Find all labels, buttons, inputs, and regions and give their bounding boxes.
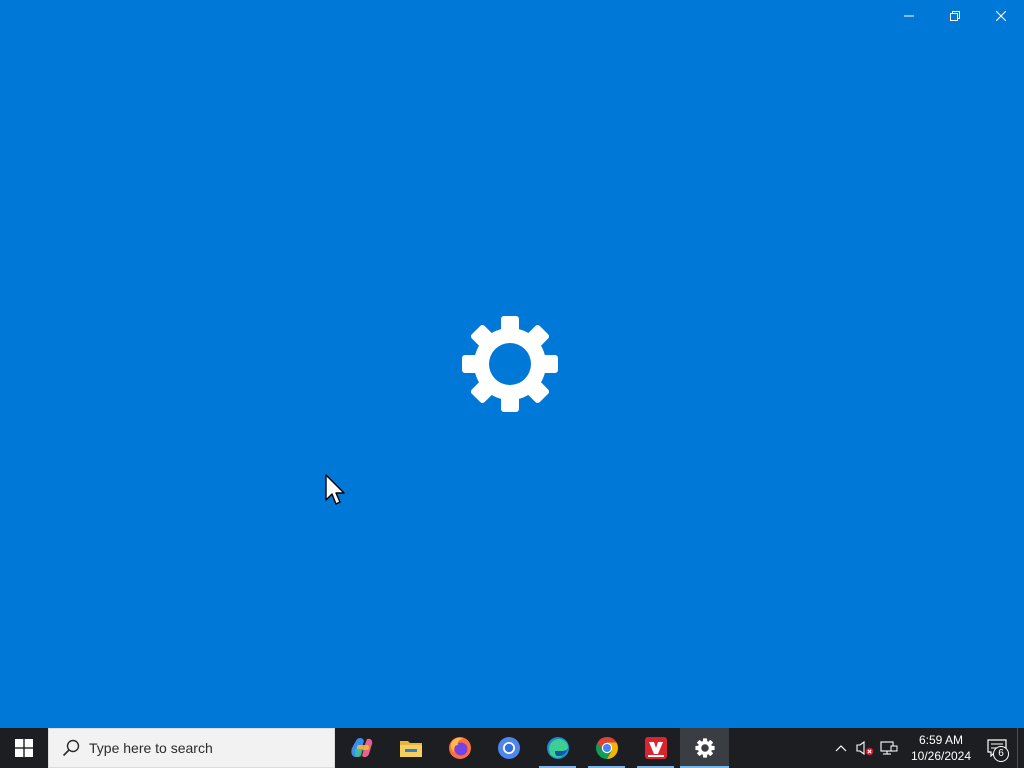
close-button[interactable] [978, 0, 1024, 32]
taskbar-search-box[interactable]: Type here to search [48, 728, 335, 768]
taskbar-app-edge[interactable] [533, 728, 582, 768]
taskbar-app-vivaldi[interactable] [631, 728, 680, 768]
taskbar-app-settings[interactable] [680, 728, 729, 768]
clock-date: 10/26/2024 [910, 749, 972, 763]
network-icon [880, 741, 898, 755]
minimize-button[interactable] [886, 0, 932, 32]
restore-button[interactable] [932, 0, 978, 32]
volume-muted-icon [856, 740, 874, 756]
edge-icon [546, 737, 569, 759]
copilot-icon [350, 737, 372, 758]
volume-button[interactable] [853, 728, 877, 768]
notification-count-badge: 6 [993, 746, 1009, 762]
clock-time: 6:59 AM [918, 733, 964, 747]
gear-icon [462, 316, 558, 412]
action-center-button[interactable]: 6 [977, 728, 1017, 768]
taskbar-app-chromium[interactable] [484, 728, 533, 768]
chrome-icon [595, 737, 618, 759]
folder-icon [399, 741, 422, 757]
vivaldi-icon [644, 737, 667, 759]
settings-splash-window [0, 0, 1024, 728]
taskbar-app-copilot[interactable] [337, 728, 386, 768]
taskbar-clock[interactable]: 6:59 AM 10/26/2024 [905, 732, 977, 764]
taskbar-pinned-apps [337, 728, 729, 768]
chevron-up-icon [835, 745, 847, 752]
taskbar-app-chrome[interactable] [582, 728, 631, 768]
search-placeholder: Type here to search [89, 740, 213, 756]
taskbar: Type here to search 6:59 AM 10/26/2024 6 [0, 728, 1024, 768]
close-icon [996, 11, 1006, 21]
gear-icon [694, 738, 715, 758]
restore-icon [950, 11, 960, 21]
window-caption-buttons [886, 0, 1024, 32]
minimize-icon [904, 15, 914, 17]
firefox-icon [448, 737, 471, 759]
search-icon [62, 739, 80, 757]
taskbar-app-firefox[interactable] [435, 728, 484, 768]
network-button[interactable] [877, 728, 901, 768]
start-button[interactable] [0, 728, 48, 768]
taskbar-app-file-explorer[interactable] [386, 728, 435, 768]
chromium-icon [497, 737, 520, 759]
show-hidden-icons-button[interactable] [829, 728, 853, 768]
mouse-cursor-icon [325, 474, 345, 505]
system-tray: 6:59 AM 10/26/2024 6 [829, 728, 1024, 768]
windows-logo-icon [15, 739, 33, 757]
show-desktop-button[interactable] [1017, 728, 1024, 768]
